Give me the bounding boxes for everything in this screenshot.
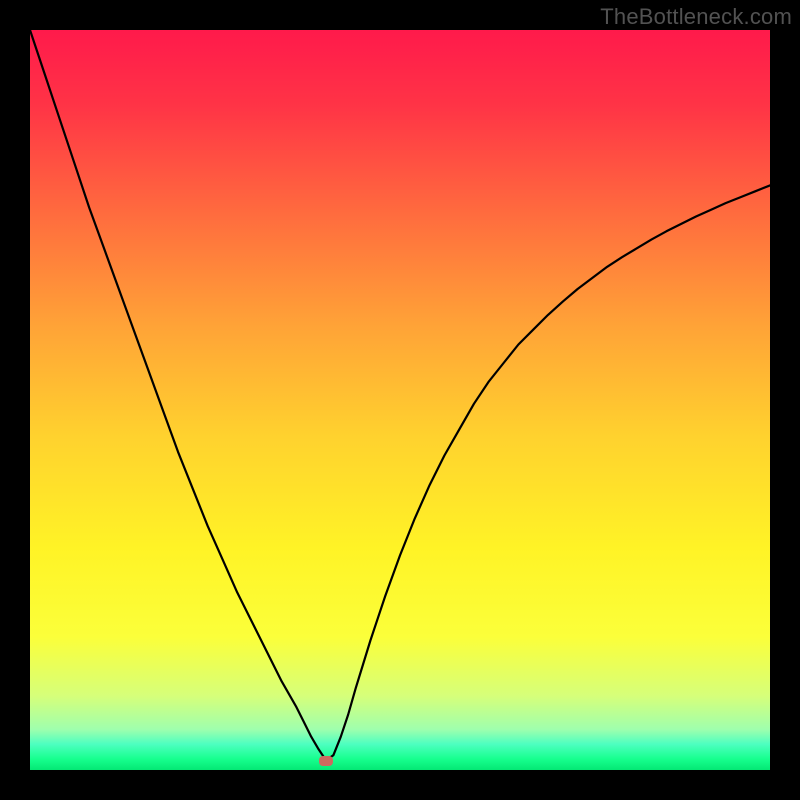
minimum-marker: [319, 756, 333, 766]
watermark-label: TheBottleneck.com: [600, 4, 792, 30]
bottleneck-curve: [30, 30, 770, 770]
plot-area: [30, 30, 770, 770]
chart-frame: TheBottleneck.com: [0, 0, 800, 800]
